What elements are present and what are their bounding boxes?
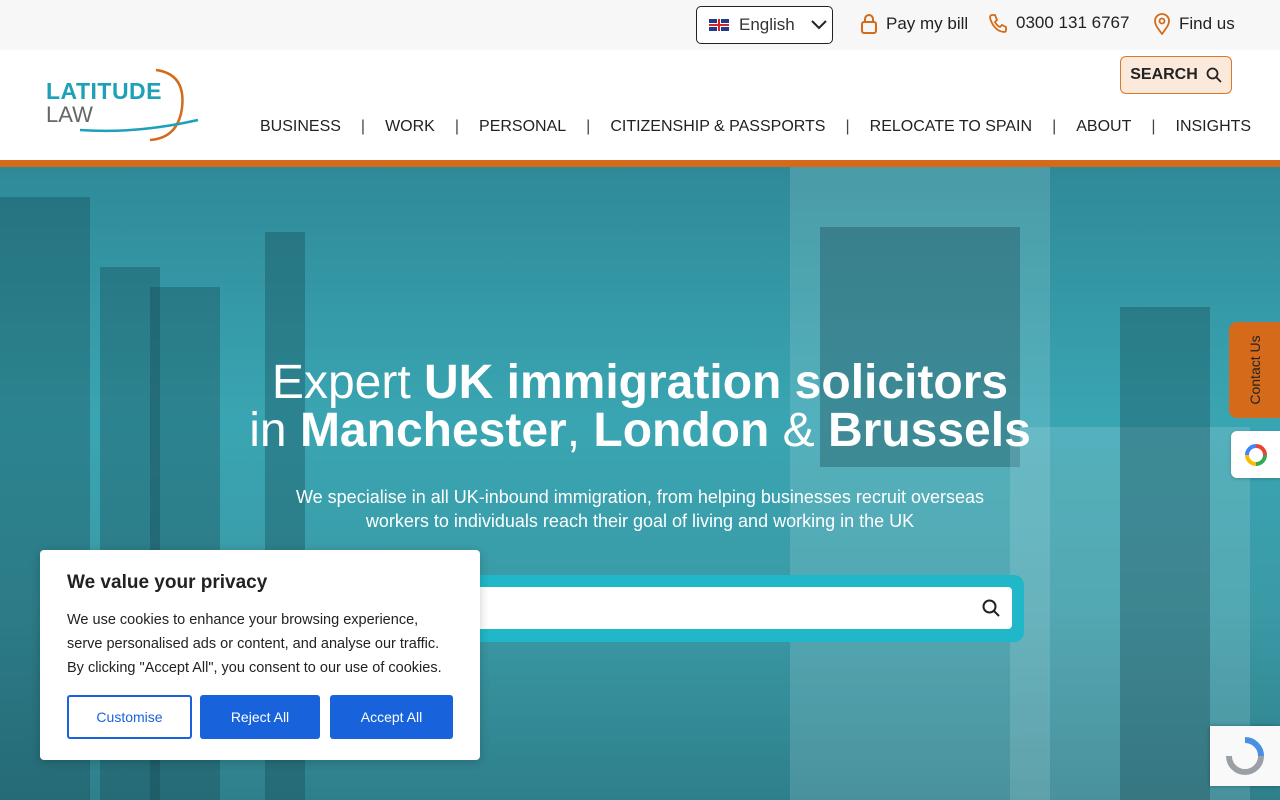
nav-item-about[interactable]: ABOUT bbox=[1076, 118, 1131, 136]
customise-button[interactable]: Customise bbox=[67, 695, 192, 739]
uk-flag-icon bbox=[709, 19, 729, 31]
recaptcha-badge[interactable] bbox=[1210, 726, 1280, 786]
contact-us-label: Contact Us bbox=[1246, 335, 1263, 405]
phone-link[interactable]: 0300 131 6767 bbox=[988, 13, 1129, 33]
language-label: English bbox=[739, 15, 795, 34]
nav-item-work[interactable]: WORK bbox=[385, 118, 435, 136]
nav-item-personal[interactable]: PERSONAL bbox=[479, 118, 566, 136]
nav-item-insights[interactable]: INSIGHTS bbox=[1176, 118, 1252, 136]
cookie-consent-banner: We value your privacy We use cookies to … bbox=[40, 550, 480, 760]
lock-icon bbox=[861, 14, 877, 34]
recaptcha-icon bbox=[1226, 737, 1264, 775]
cookie-body: We use cookies to enhance your browsing … bbox=[67, 612, 442, 676]
hero-heading-line-1: Expert UK immigration solicitors bbox=[271, 356, 1009, 409]
reject-all-button[interactable]: Reject All bbox=[200, 695, 320, 739]
language-selector[interactable]: English bbox=[696, 6, 833, 44]
nav-item-citizenship-passports[interactable]: CITIZENSHIP & PASSPORTS bbox=[610, 118, 825, 136]
site-header: LATITUDE LAW SEARCH BUSINESS | WORK | PE… bbox=[0, 50, 1280, 160]
hero-search-container bbox=[455, 575, 1024, 642]
search-icon[interactable] bbox=[982, 599, 1000, 617]
header-search-button[interactable]: SEARCH bbox=[1120, 56, 1232, 94]
nav-item-business[interactable]: BUSINESS bbox=[260, 118, 341, 136]
nav-separator: | bbox=[845, 118, 850, 135]
header-accent-line bbox=[0, 160, 1280, 167]
top-utility-bar: English Pay my bill 0300 131 6767 Find u… bbox=[0, 0, 1280, 50]
nav-separator: | bbox=[360, 118, 366, 135]
phone-icon bbox=[989, 14, 1007, 33]
hero-heading-line-2: in Manchester, London & Brussels bbox=[249, 404, 1031, 457]
logo-arc-graphic bbox=[79, 68, 199, 142]
google-g-icon bbox=[1244, 443, 1267, 466]
nav-separator: | bbox=[454, 118, 460, 135]
main-navigation: BUSINESS | WORK | PERSONAL | CITIZENSHIP… bbox=[260, 118, 1251, 136]
nav-separator: | bbox=[1151, 118, 1156, 135]
accept-all-button[interactable]: Accept All bbox=[330, 695, 453, 739]
nav-item-relocate-to-spain[interactable]: RELOCATE TO SPAIN bbox=[870, 118, 1032, 136]
contact-us-tab[interactable]: Contact Us bbox=[1229, 322, 1280, 418]
pay-bill-label: Pay my bill bbox=[886, 14, 969, 33]
chevron-down-icon bbox=[811, 20, 827, 30]
nav-separator: | bbox=[1052, 118, 1057, 135]
location-pin-icon bbox=[1154, 13, 1170, 35]
cookie-title: We value your privacy bbox=[67, 572, 268, 593]
nav-separator: | bbox=[586, 118, 591, 135]
find-us-label: Find us bbox=[1179, 14, 1235, 33]
google-reviews-badge[interactable] bbox=[1231, 431, 1280, 478]
pay-bill-link[interactable]: Pay my bill bbox=[860, 13, 968, 35]
hero-search-input[interactable] bbox=[465, 587, 1012, 629]
search-label: SEARCH bbox=[1130, 66, 1198, 83]
search-icon bbox=[1206, 67, 1222, 83]
phone-number: 0300 131 6767 bbox=[1016, 13, 1130, 32]
hero-subtitle: We specialise in all UK-inbound immigrat… bbox=[296, 487, 984, 531]
latitude-law-logo[interactable]: LATITUDE LAW bbox=[46, 68, 206, 148]
find-us-link[interactable]: Find us bbox=[1153, 13, 1235, 35]
